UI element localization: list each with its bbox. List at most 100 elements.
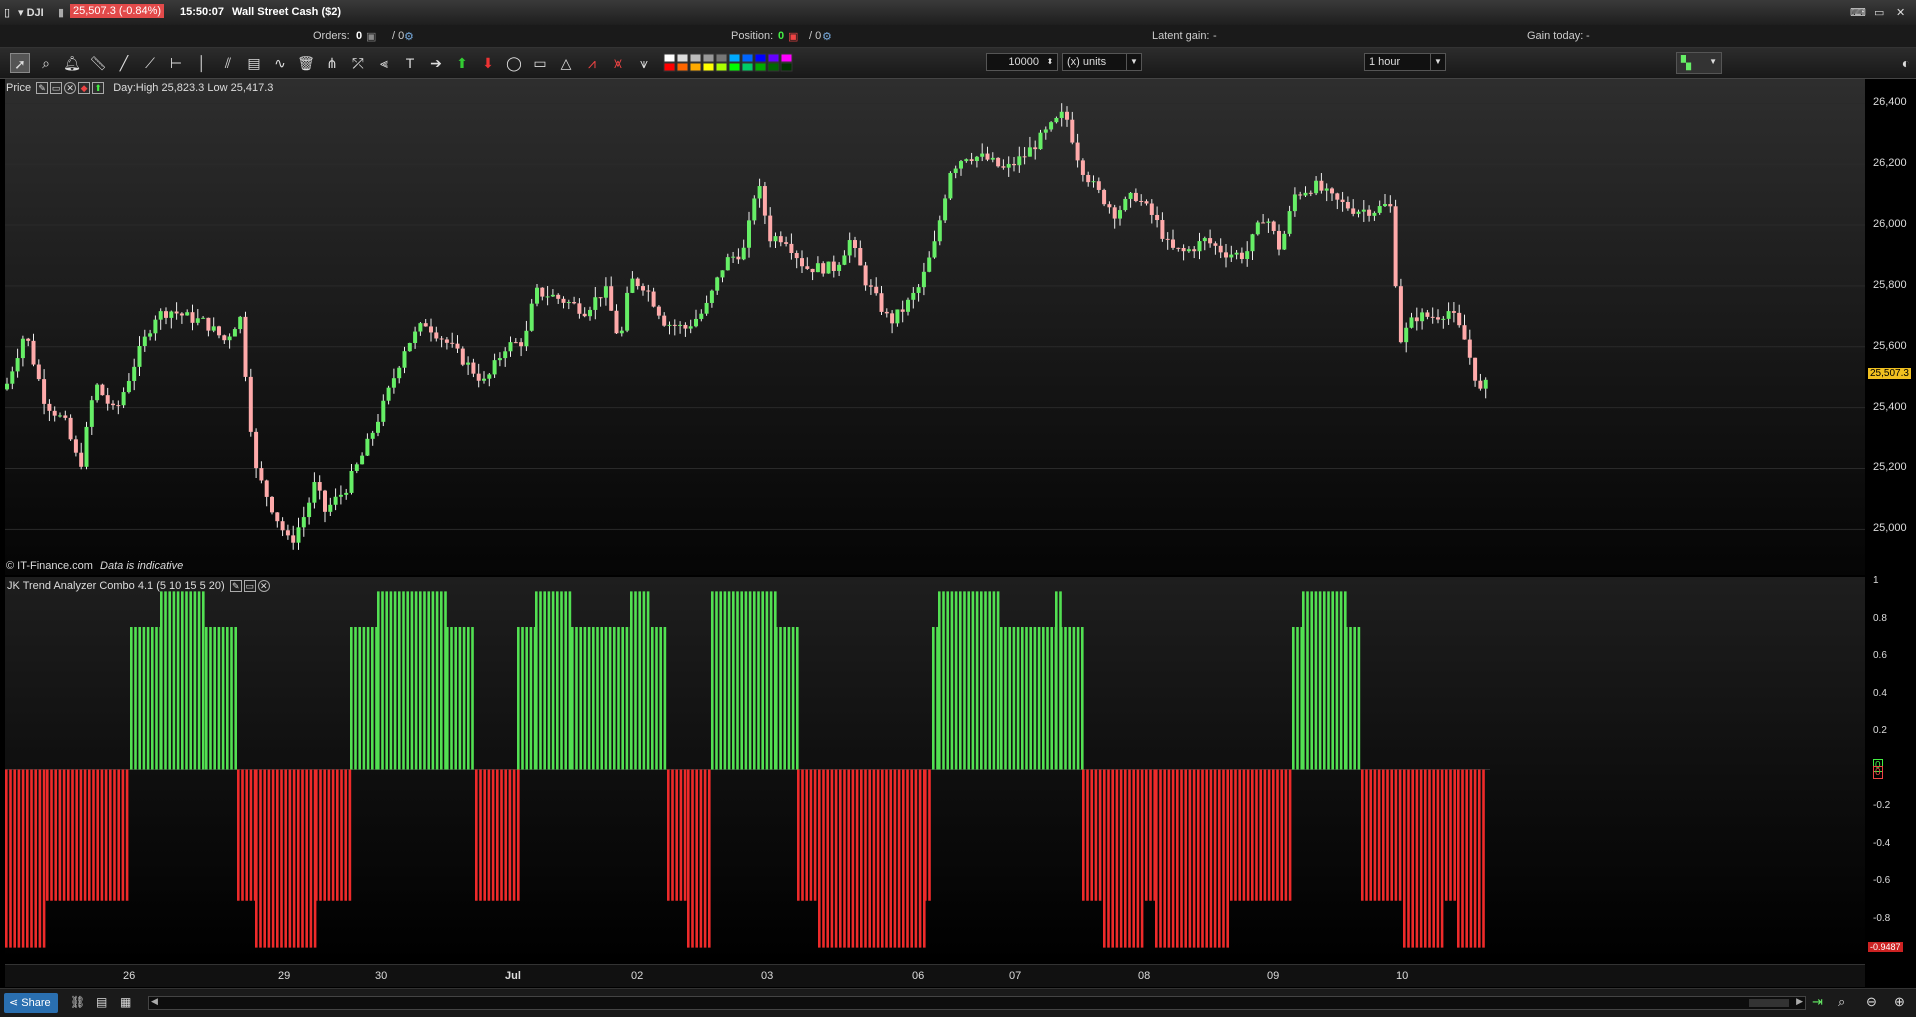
zigzag-tool-icon[interactable]: ⩙ (608, 53, 628, 73)
trend-bar (398, 591, 401, 770)
zoom-fit-icon[interactable]: ⌕ (1838, 994, 1845, 1010)
ruler-icon[interactable]: 📏︎ (88, 53, 108, 73)
trend-bar (1457, 769, 1460, 948)
trend-bar (1132, 769, 1135, 948)
trend-bar (1398, 769, 1402, 901)
symbol-dropdown[interactable]: ▾ DJI (18, 6, 44, 19)
maximize-icon[interactable]: ▭ (50, 82, 63, 95)
indicator-pane[interactable]: JK Trend Analyzer Combo 4.1 (5 10 15 5 2… (5, 577, 1865, 962)
arrow-down-icon[interactable]: ⬇ (478, 53, 498, 73)
candle-body (768, 215, 773, 242)
grid-icon[interactable]: ▦ (120, 995, 131, 1009)
fibonacci-tool-icon[interactable]: ▤ (244, 53, 264, 73)
candle-body (699, 313, 704, 319)
candle-body (895, 309, 900, 324)
units-value: (x) units (1067, 56, 1107, 68)
maximize-icon[interactable]: ▭ (243, 580, 256, 593)
trend-bar (393, 591, 397, 770)
orders-settings-icon[interactable]: ⚙ (404, 30, 414, 43)
candle-body (317, 482, 322, 491)
layout-icon[interactable]: ▤ (96, 995, 107, 1009)
price-axis[interactable]: 26,400 26,200 26,000 25,800 25,600 25,400 25,2… (1867, 79, 1916, 575)
quantity-input[interactable]: 10000 ⬍ (986, 53, 1058, 71)
candle-body (1473, 357, 1478, 381)
candle-body (556, 294, 561, 299)
triangle-tool-icon[interactable]: △ (556, 53, 576, 73)
zoom-out-icon[interactable]: ⊖ (1866, 994, 1877, 1010)
candle-body (694, 318, 698, 327)
scroll-right-icon[interactable]: ▶ (1796, 996, 1803, 1007)
quantity-stepper[interactable]: ⬍ (1043, 54, 1057, 70)
candle-body (333, 496, 338, 505)
pointer-tool-icon[interactable]: ➚ (10, 53, 30, 73)
time-axis[interactable]: 26 29 30 Jul 02 03 06 07 08 09 10 (5, 964, 1865, 987)
rectangle-tool-icon[interactable]: ▭ (530, 53, 550, 73)
gann-fan-icon[interactable]: ⤱ (348, 53, 368, 73)
zoom-tool-icon[interactable]: ⌕ (36, 53, 56, 73)
pitchfork-icon[interactable]: ⋔ (322, 53, 342, 73)
share-button[interactable]: ⋖ Share (4, 993, 58, 1013)
candle-body (1181, 247, 1186, 252)
price-chart-pane[interactable]: Price ✎ ▭ ✕ ◆ ⬆ Day:High 25,823.3 Low 25,417… (5, 79, 1865, 575)
wrench-icon[interactable]: ✎ (229, 580, 242, 593)
trend-bar (213, 627, 216, 770)
candle-body (497, 358, 502, 361)
color-swatch (702, 53, 715, 63)
timeframe-select[interactable]: 1 hour ▼ (1364, 53, 1446, 71)
arrow-right-icon[interactable]: ➔ (426, 53, 446, 73)
trend-bar (164, 591, 167, 770)
cycles-icon[interactable]: ⫷ (374, 53, 394, 73)
color-palette[interactable] (662, 53, 816, 73)
orders-edit-icon[interactable]: ▣ (366, 30, 376, 43)
pattern-tool-icon[interactable]: ⩘ (582, 53, 602, 73)
trend-bar (301, 769, 304, 948)
candle-body (312, 482, 317, 503)
scroll-toolbar-icon[interactable]: ◐ (1896, 53, 1916, 73)
text-tool-icon[interactable]: T (400, 53, 420, 73)
candle-body (821, 263, 826, 274)
candle-body (519, 342, 524, 347)
wave-tool-icon[interactable]: ∿ (270, 53, 290, 73)
close-icon[interactable]: ✕ (1896, 6, 1905, 19)
trend-bar (1042, 627, 1045, 770)
alert-panel-icon[interactable]: ◆ (78, 82, 91, 95)
time-axis-label: 03 (761, 970, 774, 982)
vertical-line-icon[interactable]: │ (192, 53, 212, 73)
horizontal-scrollbar[interactable]: ◀ ▶ (148, 996, 1806, 1010)
alert-bell-icon[interactable]: 🔔︎ (62, 53, 82, 73)
position-settings-icon[interactable]: ⚙ (822, 30, 832, 43)
delete-icon[interactable]: 🗑︎ (296, 53, 316, 73)
candle-body (26, 338, 31, 341)
autoscroll-icon[interactable]: ⇥ (1812, 994, 1823, 1010)
trend-bar (454, 627, 457, 770)
horizontal-line-icon[interactable]: ⊢ (166, 53, 186, 73)
minimize-icon[interactable]: ▭ (1874, 6, 1884, 19)
candle-body (678, 324, 683, 326)
arrow-up-icon[interactable]: ⬆ (452, 53, 472, 73)
link-icon[interactable]: ⛓ (70, 995, 85, 1009)
ellipse-tool-icon[interactable]: ◯ (504, 53, 524, 73)
wrench-icon[interactable]: ✎ (36, 82, 49, 95)
trend-bar (1302, 591, 1305, 770)
position-close-icon[interactable]: ▣ (788, 30, 798, 43)
trend-bar (113, 769, 116, 901)
scrollbar-thumb[interactable] (1749, 999, 1789, 1007)
channel-tool-icon[interactable]: ⫽ (218, 53, 238, 73)
trendline-tool-icon[interactable]: ⟋ (140, 53, 160, 73)
units-select[interactable]: (x) units ▼ (1062, 53, 1142, 71)
trend-bar (354, 627, 357, 770)
chart-type-button[interactable]: ▚ ▼ (1676, 52, 1722, 74)
candle-body (831, 261, 836, 271)
candle-body (853, 240, 857, 248)
hook-tool-icon[interactable]: ⩛ (634, 53, 654, 73)
window-icon[interactable]: ▯ (4, 6, 10, 19)
indicator-axis[interactable]: 1 0.8 0.6 0.4 0.2 0 0 -0.2 -0.4 -0.6 -0.8 -0.9487 (1867, 575, 1916, 962)
segment-tool-icon[interactable]: ╱ (114, 53, 134, 73)
keyboard-icon[interactable]: ⌨ (1850, 6, 1866, 19)
zoom-in-icon[interactable]: ⊕ (1894, 994, 1905, 1010)
close-panel-icon[interactable]: ✕ (64, 82, 77, 95)
close-panel-icon[interactable]: ✕ (257, 580, 270, 593)
scroll-left-icon[interactable]: ◀ (151, 996, 158, 1007)
candle-body (736, 256, 741, 260)
export-panel-icon[interactable]: ⬆ (92, 82, 105, 95)
